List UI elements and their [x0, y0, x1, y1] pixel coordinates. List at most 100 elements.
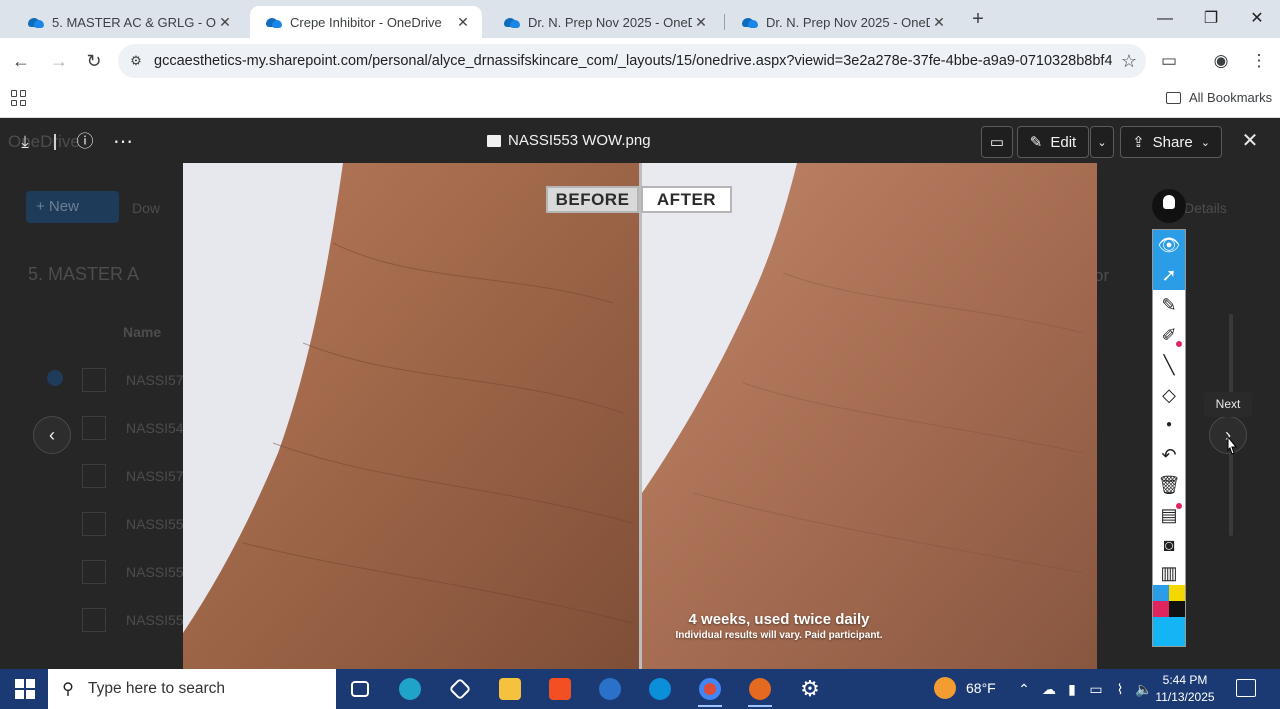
minimize-button[interactable]: —	[1150, 6, 1180, 32]
dot-icon[interactable]: ●	[1153, 410, 1185, 440]
new-tab-button[interactable]: +	[968, 8, 988, 30]
cast-icon[interactable]: ▭	[1156, 49, 1182, 73]
search-input[interactable]	[88, 680, 318, 698]
eraser-icon[interactable]: ◇	[1153, 380, 1185, 410]
file-icon	[82, 464, 106, 488]
trash-icon[interactable]: 🗑	[1153, 470, 1185, 500]
url-text[interactable]: gccaesthetics-my.sharepoint.com/personal…	[154, 53, 1112, 69]
onedrive-icon	[502, 17, 520, 28]
chevron-down-icon: ⌄	[1097, 136, 1107, 149]
menu-kebab-icon[interactable]: ⋮	[1246, 49, 1272, 73]
close-icon[interactable]: ✕	[454, 14, 472, 31]
chrome-app-icon[interactable]	[690, 673, 730, 707]
onedrive-icon	[740, 17, 758, 28]
restore-button[interactable]: ❐	[1196, 6, 1226, 32]
divider	[54, 134, 56, 150]
swatch-cyan[interactable]	[1153, 617, 1185, 646]
weather-icon[interactable]	[934, 677, 956, 699]
microsoft-store-icon[interactable]	[540, 673, 580, 705]
tab-crepe-inhibitor[interactable]: Crepe Inhibitor - OneDrive ✕	[250, 6, 482, 38]
share-label: Share	[1152, 133, 1193, 151]
list-item: NASSI57	[82, 365, 184, 395]
close-window-button[interactable]: ✕	[1242, 6, 1272, 32]
before-label: BEFORE	[546, 186, 639, 213]
edge-app-icon[interactable]	[390, 673, 430, 705]
file-name: NASSI553 WOW.png	[508, 132, 651, 149]
list-item: NASSI57	[82, 461, 184, 491]
mail-app-icon[interactable]	[590, 673, 630, 705]
edit-dropdown-button[interactable]: ⌄	[1090, 126, 1114, 158]
notification-center-icon[interactable]	[1236, 679, 1256, 697]
line-icon[interactable]: ╲	[1153, 350, 1185, 380]
close-icon[interactable]: ✕	[930, 14, 948, 31]
column-header-name: Name	[123, 324, 162, 340]
settings-gear-icon[interactable]: ⚙	[790, 673, 830, 705]
search-icon: ⚲	[62, 681, 74, 698]
address-bar[interactable]: ⚙ gccaesthetics-my.sharepoint.com/person…	[118, 44, 1146, 78]
info-icon[interactable]: ⓘ	[72, 130, 98, 154]
file-icon	[82, 560, 106, 584]
task-view-button[interactable]	[340, 673, 380, 705]
clipboard-icon[interactable]: ▥	[1153, 558, 1185, 588]
onedrive-tray-icon[interactable]: ☁	[1039, 679, 1059, 699]
file-icon	[82, 512, 106, 536]
share-icon: ⇪	[1132, 134, 1145, 151]
clock[interactable]: 5:44 PM 11/13/2025	[1150, 672, 1220, 706]
all-bookmarks-button[interactable]: All Bookmarks	[1166, 90, 1272, 105]
pen-icon[interactable]: ✎	[1153, 290, 1185, 320]
swatch-pink[interactable]	[1153, 601, 1169, 617]
app-badge-icon[interactable]	[740, 673, 780, 707]
profile-icon[interactable]: ◉	[1208, 49, 1234, 73]
undo-icon[interactable]: ↶	[1153, 440, 1185, 470]
list-item: NASSI55	[82, 557, 184, 587]
tab-dr-n-prep-2[interactable]: Dr. N. Prep Nov 2025 - OneDriv ✕	[726, 6, 958, 38]
close-icon[interactable]: ✕	[692, 14, 710, 31]
viewer-toolbar: ⤓ ⓘ ⋯ NASSI553 WOW.png ▭ ✎ Edit ⌄ ⇪ Shar…	[0, 118, 1280, 164]
share-button[interactable]: ⇪ Share ⌄	[1120, 126, 1222, 158]
close-icon[interactable]: ✕	[216, 14, 234, 31]
tab-master-ac[interactable]: 5. MASTER AC & GRLG - OneDr ✕	[12, 6, 244, 38]
close-viewer-button[interactable]: ✕	[1238, 129, 1262, 153]
battery-icon[interactable]: ▭	[1086, 679, 1106, 699]
edit-label: Edit	[1050, 133, 1077, 151]
usb-icon[interactable]: ▮	[1062, 679, 1082, 699]
site-info-icon[interactable]: ⚙	[118, 53, 154, 69]
bookmark-star-icon[interactable]: ☆	[1112, 51, 1146, 72]
weather-temperature[interactable]: 68°F	[966, 680, 996, 696]
eye-icon[interactable]: 👁	[1153, 230, 1185, 260]
tab-dr-n-prep-1[interactable]: Dr. N. Prep Nov 2025 - OneDriv ✕	[488, 6, 720, 38]
more-options-icon[interactable]: ⋯	[110, 130, 136, 154]
swatch-black[interactable]	[1169, 601, 1185, 617]
bookmarks-bar: All Bookmarks	[0, 84, 1280, 118]
pointer-icon[interactable]: ➚	[1153, 260, 1185, 290]
before-after-image: BEFORE AFTER 4 weeks, used twice daily I…	[183, 163, 1097, 669]
windows-start-button[interactable]	[15, 679, 35, 699]
file-icon	[82, 368, 106, 392]
swatch-yellow[interactable]	[1169, 585, 1185, 601]
onedrive-icon	[264, 17, 282, 28]
highlighter-icon[interactable]: ✐	[1153, 320, 1185, 350]
board-icon[interactable]: ▤	[1153, 500, 1185, 530]
taskbar-search[interactable]: ⚲	[48, 669, 336, 709]
edit-button[interactable]: ✎ Edit	[1017, 126, 1089, 158]
chevron-down-icon: ⌄	[1200, 136, 1210, 149]
pencil-icon: ✎	[1029, 134, 1043, 151]
list-item: NASSI55	[82, 509, 184, 539]
skype-icon[interactable]	[640, 673, 680, 705]
swatch-blue[interactable]	[1153, 585, 1169, 601]
back-button[interactable]: ←	[9, 49, 33, 73]
app-cube-icon[interactable]	[440, 673, 480, 705]
camera-icon[interactable]: ◙	[1153, 530, 1185, 560]
reload-button[interactable]: ↻	[82, 49, 106, 73]
chevron-left-icon: ‹	[49, 425, 55, 445]
download-icon[interactable]: ⤓	[12, 130, 38, 154]
forward-button[interactable]: →	[47, 49, 71, 73]
wifi-icon[interactable]: ⌇	[1110, 679, 1130, 699]
file-explorer-icon[interactable]	[490, 673, 530, 705]
chevron-up-icon[interactable]: ⌃	[1014, 679, 1034, 699]
comment-button[interactable]: ▭	[981, 126, 1013, 158]
apps-grid-icon[interactable]	[11, 90, 27, 106]
previous-button[interactable]: ‹	[33, 416, 71, 454]
annotation-app-logo-icon[interactable]	[1152, 189, 1186, 223]
comment-icon: ▭	[989, 134, 1005, 151]
